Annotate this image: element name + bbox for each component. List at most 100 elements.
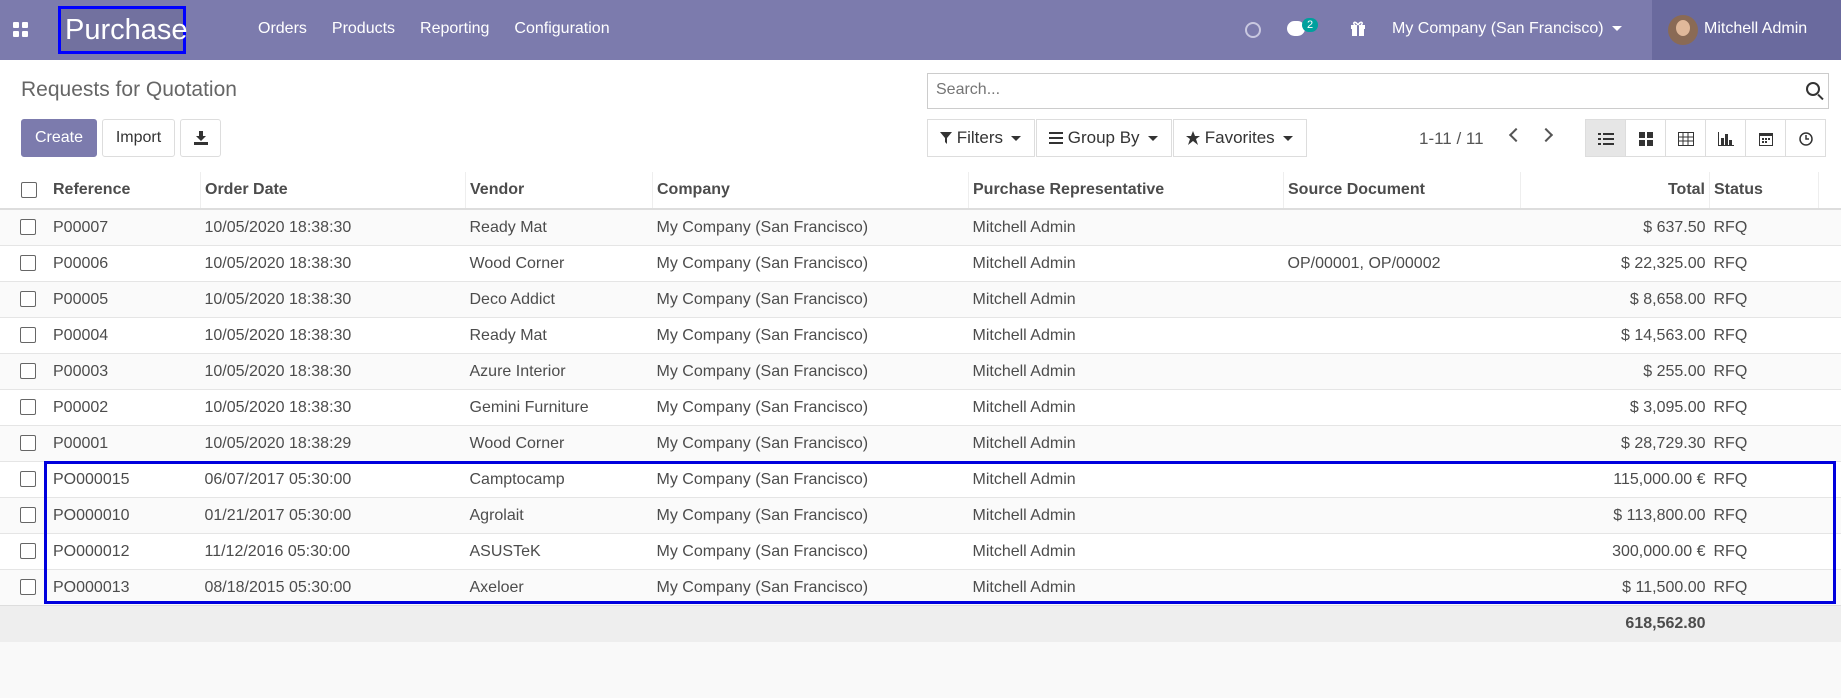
- cell-order-date: 10/05/2020 18:38:30: [200, 281, 466, 318]
- cell-purchase-representative: Mitchell Admin: [968, 389, 1284, 426]
- search-input[interactable]: [934, 80, 1788, 100]
- menu-reporting[interactable]: Reporting: [420, 20, 489, 38]
- row-checkbox[interactable]: [20, 543, 36, 560]
- activity-clock-icon[interactable]: [1245, 22, 1261, 38]
- favorites-button[interactable]: Favorites: [1173, 119, 1307, 157]
- cell-source-document: [1283, 425, 1521, 462]
- row-checkbox[interactable]: [20, 219, 36, 236]
- download-icon: [194, 131, 208, 145]
- row-checkbox[interactable]: [20, 507, 36, 524]
- table-row[interactable]: PO000015 06/07/2017 05:30:00 Camptocamp My …: [0, 461, 1841, 498]
- row-checkbox[interactable]: [20, 255, 36, 272]
- kanban-view-button[interactable]: [1625, 119, 1666, 157]
- pivot-view-button[interactable]: [1665, 119, 1706, 157]
- app-brand[interactable]: Purchase: [58, 6, 188, 54]
- cell-company: My Company (San Francisco): [652, 569, 969, 606]
- cell-source-document: [1283, 497, 1521, 534]
- row-checkbox[interactable]: [20, 291, 36, 308]
- table-row[interactable]: P00004 10/05/2020 18:38:30 Ready Mat My Com…: [0, 317, 1841, 354]
- row-checkbox[interactable]: [20, 327, 36, 344]
- activity-view-button[interactable]: [1785, 119, 1826, 157]
- chevron-left-icon[interactable]: [1508, 127, 1524, 143]
- cell-spacer: [1818, 208, 1841, 246]
- cell-reference: P00002: [49, 389, 201, 426]
- create-button[interactable]: Create: [21, 119, 97, 157]
- cell-order-date: 11/12/2016 05:30:00: [200, 533, 466, 570]
- user-menu[interactable]: Mitchell Admin: [1652, 0, 1841, 60]
- cell-company: My Company (San Francisco): [652, 425, 969, 462]
- filters-button[interactable]: Filters: [927, 119, 1035, 157]
- cell-reference: P00005: [49, 281, 201, 318]
- cell-total: 300,000.00 €: [1520, 533, 1710, 570]
- table-body: P00007 10/05/2020 18:38:30 Ready Mat My Com…: [0, 208, 1841, 606]
- menu-orders[interactable]: Orders: [258, 20, 307, 38]
- cell-source-document: OP/00001, OP/00002: [1283, 245, 1521, 282]
- export-button[interactable]: [180, 119, 221, 157]
- table-row[interactable]: P00006 10/05/2020 18:38:30 Wood Corner My C…: [0, 245, 1841, 282]
- row-select-cell: [0, 569, 49, 606]
- cell-spacer: [1818, 281, 1841, 318]
- select-all-checkbox[interactable]: [21, 181, 37, 198]
- col-purchase-representative[interactable]: Purchase Representative: [968, 172, 1284, 210]
- table-row[interactable]: P00002 10/05/2020 18:38:30 Gemini Furnitur…: [0, 389, 1841, 426]
- cell-spacer: [1818, 425, 1841, 462]
- graph-view-button[interactable]: [1705, 119, 1746, 157]
- top-navbar: Purchase Orders Products Reporting Confi…: [0, 0, 1841, 60]
- col-order-date[interactable]: Order Date: [200, 172, 466, 210]
- cell-purchase-representative: Mitchell Admin: [968, 497, 1284, 534]
- cell-total: $ 22,325.00: [1520, 245, 1710, 282]
- group-by-button[interactable]: Group By: [1036, 119, 1172, 157]
- row-checkbox[interactable]: [20, 471, 36, 488]
- cell-order-date: 10/05/2020 18:38:30: [200, 389, 466, 426]
- list-view-button[interactable]: [1585, 119, 1626, 157]
- col-total[interactable]: Total: [1520, 172, 1710, 210]
- pager-value[interactable]: 1-11 / 11: [1419, 129, 1484, 149]
- row-select-cell: [0, 208, 49, 246]
- calendar-view-button[interactable]: [1745, 119, 1786, 157]
- row-checkbox[interactable]: [20, 363, 36, 380]
- table-row[interactable]: P00001 10/05/2020 18:38:29 Wood Corner My C…: [0, 425, 1841, 462]
- col-spacer: [1818, 172, 1841, 210]
- user-name: Mitchell Admin: [1704, 20, 1808, 37]
- cell-total: $ 3,095.00: [1520, 389, 1710, 426]
- bars-icon: [1049, 132, 1063, 144]
- gift-icon[interactable]: [1350, 20, 1366, 36]
- cell-total: $ 14,563.00: [1520, 317, 1710, 354]
- import-button[interactable]: Import: [102, 119, 175, 157]
- menu-products[interactable]: Products: [332, 20, 395, 38]
- row-checkbox[interactable]: [20, 579, 36, 596]
- col-reference[interactable]: Reference: [49, 172, 201, 210]
- group-by-label: Group By: [1067, 128, 1140, 147]
- cell-status: RFQ: [1709, 353, 1819, 390]
- filters-label: Filters: [956, 128, 1004, 147]
- table-row[interactable]: PO000012 11/12/2016 05:30:00 ASUSTeK My Com…: [0, 533, 1841, 570]
- cell-order-date: 08/18/2015 05:30:00: [200, 569, 466, 606]
- table-row[interactable]: P00005 10/05/2020 18:38:30 Deco Addict My C…: [0, 281, 1841, 318]
- cell-reference: P00007: [49, 208, 201, 246]
- apps-menu-icon[interactable]: [13, 22, 29, 38]
- cell-reference: P00003: [49, 353, 201, 390]
- cell-purchase-representative: Mitchell Admin: [968, 353, 1284, 390]
- row-checkbox[interactable]: [20, 435, 36, 452]
- table-row[interactable]: P00007 10/05/2020 18:38:30 Ready Mat My Com…: [0, 208, 1841, 246]
- col-vendor[interactable]: Vendor: [465, 172, 653, 210]
- table-row[interactable]: P00003 10/05/2020 18:38:30 Azure Interior M…: [0, 353, 1841, 390]
- col-company[interactable]: Company: [652, 172, 969, 210]
- table-row[interactable]: PO000010 01/21/2017 05:30:00 Agrolait My Co…: [0, 497, 1841, 534]
- view-switcher: [1585, 119, 1826, 157]
- cell-vendor: Azure Interior: [465, 353, 653, 390]
- star-icon: [1186, 131, 1200, 145]
- cell-spacer: [1818, 245, 1841, 282]
- cell-reference: PO000013: [49, 569, 201, 606]
- col-status[interactable]: Status: [1709, 172, 1819, 210]
- menu-configuration[interactable]: Configuration: [514, 20, 609, 38]
- company-switcher[interactable]: My Company (San Francisco): [1392, 20, 1622, 38]
- row-checkbox[interactable]: [20, 399, 36, 416]
- chevron-right-icon[interactable]: [1538, 127, 1554, 143]
- footer-total: 618,562.80: [1520, 605, 1710, 642]
- cell-purchase-representative: Mitchell Admin: [968, 245, 1284, 282]
- search-icon[interactable]: [1806, 82, 1820, 96]
- table-row[interactable]: PO000013 08/18/2015 05:30:00 Axeloer My Com…: [0, 569, 1841, 606]
- col-source-document[interactable]: Source Document: [1283, 172, 1521, 210]
- chat-count-badge: 2: [1302, 18, 1319, 32]
